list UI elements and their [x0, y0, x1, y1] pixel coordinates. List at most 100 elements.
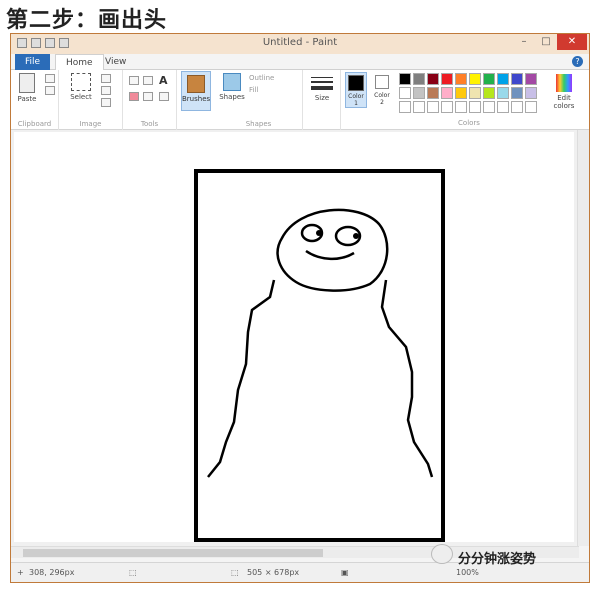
outline-button[interactable]: Outline	[249, 74, 274, 82]
horizontal-scroll-thumb[interactable]	[23, 549, 323, 557]
colors-group-label: Colors	[458, 119, 480, 127]
select-icon	[71, 73, 91, 91]
outline-label: Outline	[249, 74, 275, 82]
save-status-icon: ▣	[341, 568, 349, 577]
color2-number: 2	[380, 99, 384, 106]
palette-color-swatch[interactable]	[427, 101, 439, 113]
shapes-label: Shapes	[219, 93, 245, 101]
clipboard-group-label: Clipboard	[17, 120, 52, 128]
text-tool-icon[interactable]: A	[159, 74, 168, 87]
palette-color-swatch[interactable]	[413, 101, 425, 113]
palette-color-swatch[interactable]	[525, 101, 537, 113]
palette-color-swatch[interactable]	[441, 87, 453, 99]
palette-color-swatch[interactable]	[497, 73, 509, 85]
image-group: Select Image	[59, 70, 123, 130]
clipboard-icon	[19, 73, 35, 93]
rotate-icon[interactable]	[101, 98, 111, 107]
palette-color-swatch[interactable]	[441, 73, 453, 85]
color1-button[interactable]: Color 1	[345, 72, 367, 108]
magnifier-icon[interactable]	[159, 92, 169, 101]
paint-window: Untitled - Paint – □ ✕ File Home View ? …	[10, 33, 590, 583]
palette-color-swatch[interactable]	[469, 101, 481, 113]
palette-color-swatch[interactable]	[483, 87, 495, 99]
palette-color-swatch[interactable]	[399, 101, 411, 113]
watermark-text: 分分钟涨姿势	[458, 552, 537, 567]
copy-icon[interactable]	[45, 86, 55, 95]
mouth	[305, 249, 355, 260]
color1-label: Color	[348, 93, 364, 100]
brush-icon	[187, 75, 205, 93]
edit-colors-icon	[556, 74, 572, 92]
eraser-icon[interactable]	[129, 92, 139, 101]
crop-icon[interactable]	[101, 74, 111, 83]
size-label: Size	[314, 94, 330, 102]
select-button[interactable]: Select	[69, 73, 93, 101]
palette-color-swatch[interactable]	[511, 73, 523, 85]
palette-color-swatch[interactable]	[497, 101, 509, 113]
palette-color-swatch[interactable]	[525, 73, 537, 85]
maximize-button[interactable]: □	[535, 34, 557, 50]
head-outline	[276, 208, 389, 292]
cursor-position: 308, 296px	[29, 568, 75, 577]
palette-color-swatch[interactable]	[455, 87, 467, 99]
line-width-icon	[311, 77, 333, 90]
vertical-scrollbar[interactable]	[577, 130, 589, 546]
right-pupil	[353, 233, 359, 239]
minimize-button[interactable]: –	[513, 34, 535, 50]
palette-color-swatch[interactable]	[497, 87, 509, 99]
palette-color-swatch[interactable]	[483, 101, 495, 113]
select-label: Select	[70, 93, 92, 101]
palette-color-swatch[interactable]	[413, 87, 425, 99]
palette-color-swatch[interactable]	[469, 73, 481, 85]
palette-color-swatch[interactable]	[483, 73, 495, 85]
shapes-button[interactable]: Shapes	[219, 73, 245, 101]
paste-label: Paste	[17, 95, 37, 103]
pencil-icon[interactable]	[129, 76, 139, 85]
color1-number: 1	[354, 100, 358, 107]
palette-color-swatch[interactable]	[427, 87, 439, 99]
palette-color-swatch[interactable]	[511, 101, 523, 113]
palette-color-swatch[interactable]	[455, 73, 467, 85]
clipboard-group: Paste Clipboard	[11, 70, 59, 130]
zoom-level: 100%	[456, 568, 479, 577]
brushes-button[interactable]: Brushes	[181, 71, 211, 111]
ribbon-tabs: File Home View	[11, 54, 589, 70]
resize-icon[interactable]	[101, 86, 111, 95]
drawing	[194, 169, 445, 542]
palette-color-swatch[interactable]	[511, 87, 523, 99]
palette-color-swatch[interactable]	[525, 87, 537, 99]
color-picker-icon[interactable]	[143, 92, 153, 101]
paste-button[interactable]: Paste	[17, 73, 37, 103]
selection-size-icon: ⬚	[129, 568, 137, 577]
shapes-icon	[223, 73, 241, 91]
palette-color-swatch[interactable]	[427, 73, 439, 85]
fill-button[interactable]: Fill	[249, 86, 258, 94]
palette-color-swatch[interactable]	[469, 87, 481, 99]
drawing-canvas[interactable]	[14, 132, 574, 542]
color2-button[interactable]: Color 2	[371, 72, 393, 108]
help-icon[interactable]: ?	[572, 56, 583, 67]
tools-group-label: Tools	[140, 120, 159, 128]
fill-icon[interactable]	[143, 76, 153, 85]
edit-colors-button[interactable]: Edit colors	[549, 74, 579, 110]
color2-label: Color	[374, 92, 390, 99]
tab-view[interactable]: View	[95, 54, 136, 70]
window-title: Untitled - Paint	[262, 37, 338, 48]
body-left-contour	[207, 279, 276, 478]
brushes-label: Brushes	[182, 95, 211, 103]
palette-color-swatch[interactable]	[399, 87, 411, 99]
color-palette	[399, 73, 537, 113]
palette-color-swatch[interactable]	[399, 73, 411, 85]
palette-color-swatch[interactable]	[455, 101, 467, 113]
palette-color-swatch[interactable]	[413, 73, 425, 85]
ribbon: Paste Clipboard Select Image A Tools Bru…	[11, 70, 589, 130]
canvas-size: 505 × 678px	[247, 568, 300, 577]
palette-color-swatch[interactable]	[441, 101, 453, 113]
cut-icon[interactable]	[45, 74, 55, 83]
tab-file[interactable]: File	[15, 54, 51, 70]
left-pupil	[316, 230, 322, 236]
close-button[interactable]: ✕	[557, 34, 587, 50]
image-group-label: Image	[79, 120, 102, 128]
color2-swatch	[375, 75, 389, 89]
size-button[interactable]: Size	[310, 76, 334, 102]
